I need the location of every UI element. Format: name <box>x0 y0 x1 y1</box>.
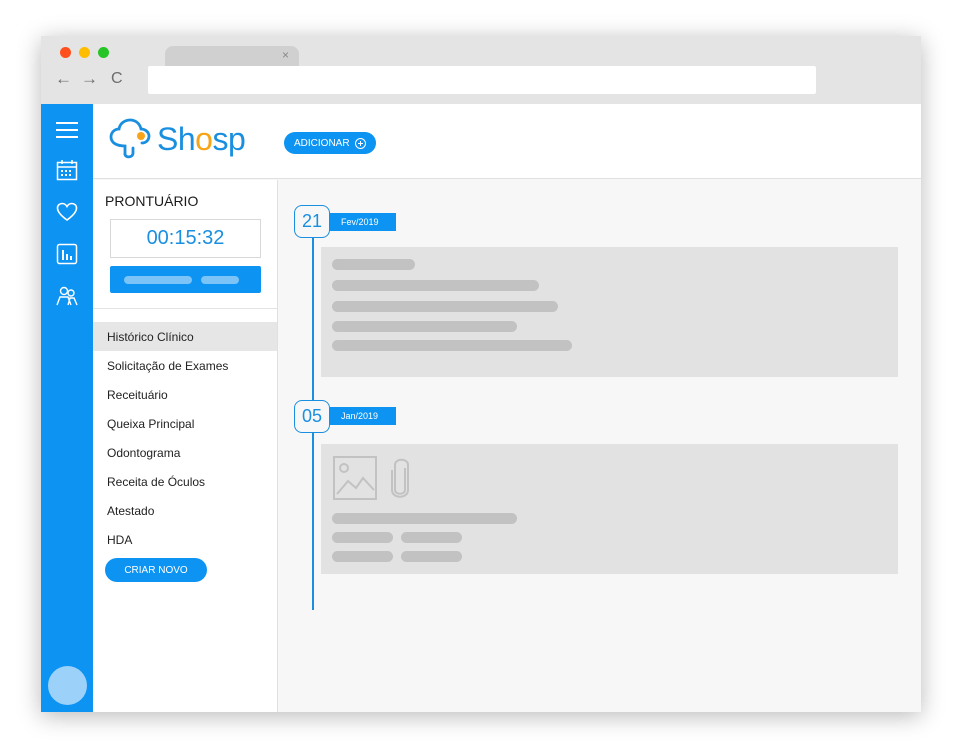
timeline-card[interactable] <box>321 444 898 574</box>
entry-day-badge: 05 <box>294 400 330 433</box>
menu-item-receituario[interactable]: Receituário <box>93 380 277 409</box>
shosp-logo[interactable]: Shosp <box>107 118 246 160</box>
timeline-card[interactable] <box>321 247 898 377</box>
app-header: Shosp ADICIONAR <box>93 104 921 179</box>
text-placeholder <box>401 551 462 562</box>
logo-text-start: Sh <box>157 120 196 157</box>
text-placeholder <box>332 532 393 543</box>
chart-icon[interactable] <box>55 242 79 266</box>
menu-icon[interactable] <box>55 118 79 142</box>
heart-icon[interactable] <box>55 200 79 224</box>
timer-control-button[interactable] <box>110 266 261 293</box>
text-placeholder <box>332 259 415 270</box>
timeline-area: 21 Fev/2019 05 Jan/2019 <box>278 180 921 712</box>
browser-window: × ← → C Shosp ADICIONAR PRONTUÁRIO 00:15… <box>41 36 921 712</box>
menu-item-queixa-principal[interactable]: Queixa Principal <box>93 409 277 438</box>
text-placeholder <box>401 532 462 543</box>
menu-item-atestado[interactable]: Atestado <box>93 496 277 525</box>
divider <box>93 308 277 309</box>
menu-item-odontograma[interactable]: Odontograma <box>93 438 277 467</box>
plus-circle-icon <box>354 137 366 149</box>
minimize-window-button[interactable] <box>79 47 90 58</box>
back-icon[interactable]: ← <box>55 69 72 89</box>
text-placeholder <box>332 551 393 562</box>
text-placeholder <box>332 340 572 351</box>
entry-month-tag: Jan/2019 <box>330 407 396 425</box>
maximize-window-button[interactable] <box>98 47 109 58</box>
logo-wordmark: Shosp <box>157 120 246 158</box>
paperclip-icon[interactable] <box>387 456 413 507</box>
close-tab-icon[interactable]: × <box>282 48 289 62</box>
cloud-logo-icon <box>109 118 151 159</box>
text-placeholder <box>332 280 539 291</box>
patients-icon[interactable] <box>55 284 79 308</box>
create-new-button[interactable]: CRIAR NOVO <box>105 558 207 582</box>
entry-day-badge: 21 <box>294 205 330 238</box>
image-icon[interactable] <box>333 456 377 505</box>
session-timer: 00:15:32 <box>110 219 261 258</box>
button-label-placeholder <box>201 276 239 284</box>
record-menu: Histórico Clínico Solicitação de Exames … <box>93 322 277 554</box>
add-button[interactable]: ADICIONAR <box>284 132 376 154</box>
logo-text-o: o <box>195 120 213 157</box>
menu-item-hda[interactable]: HDA <box>93 525 277 554</box>
sidebar <box>41 104 93 712</box>
menu-item-solicitacao-exames[interactable]: Solicitação de Exames <box>93 351 277 380</box>
reload-icon[interactable]: C <box>111 69 123 89</box>
logo-text-end: sp <box>212 120 246 157</box>
text-placeholder <box>332 321 517 332</box>
avatar[interactable] <box>48 666 87 705</box>
entry-month-tag: Fev/2019 <box>330 213 396 231</box>
browser-tab[interactable]: × <box>165 46 299 66</box>
button-label-placeholder <box>124 276 192 284</box>
menu-item-receita-oculos[interactable]: Receita de Óculos <box>93 467 277 496</box>
close-window-button[interactable] <box>60 47 71 58</box>
menu-item-historico-clinico[interactable]: Histórico Clínico <box>93 322 277 351</box>
address-bar[interactable] <box>148 66 816 94</box>
text-placeholder <box>332 513 517 524</box>
text-placeholder <box>332 301 558 312</box>
add-button-label: ADICIONAR <box>294 137 350 149</box>
calendar-icon[interactable] <box>55 158 79 182</box>
browser-chrome: × ← → C <box>41 36 921 104</box>
forward-icon[interactable]: → <box>81 69 98 89</box>
prontuario-panel: PRONTUÁRIO 00:15:32 Histórico Clínico So… <box>93 180 278 712</box>
prontuario-title: PRONTUÁRIO <box>105 193 199 209</box>
